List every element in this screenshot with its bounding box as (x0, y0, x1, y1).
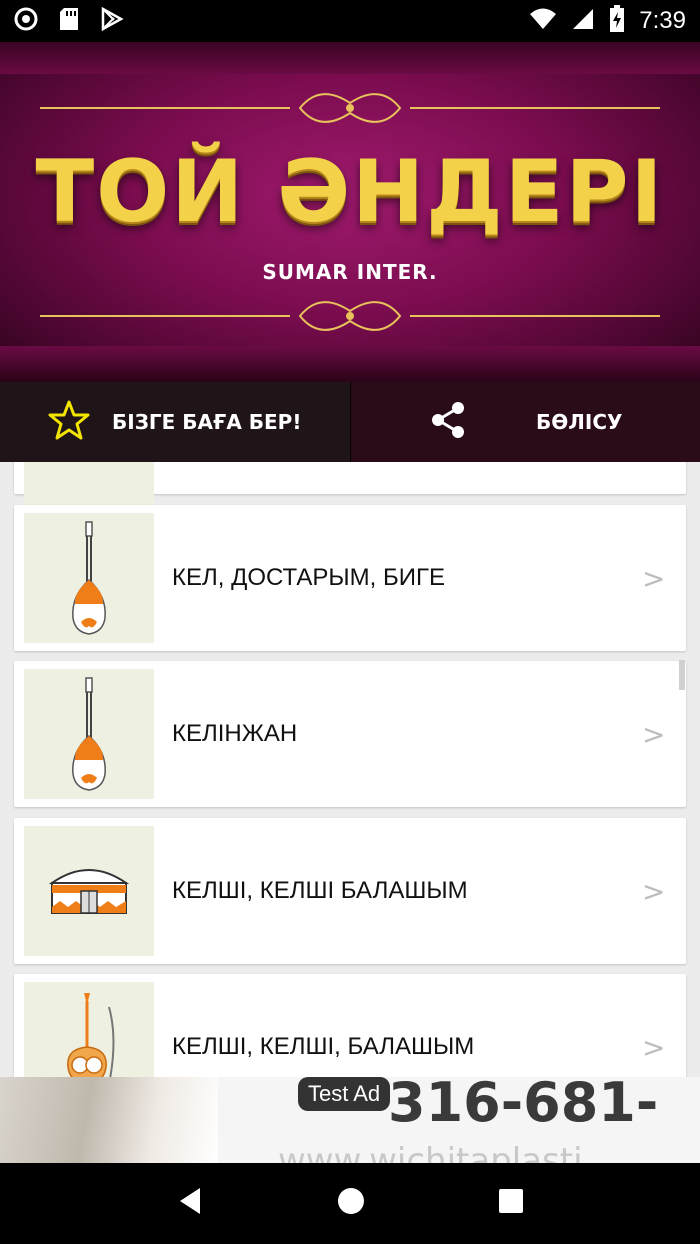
chevron-right-icon: > (642, 874, 666, 908)
home-icon[interactable] (336, 1186, 366, 1221)
share-label: БӨЛІСУ (536, 410, 623, 434)
ad-banner[interactable]: 316-681- www.wichitaplasti Test Ad (0, 1077, 700, 1163)
kobyz-icon (24, 982, 154, 1077)
test-ad-badge: Test Ad (298, 1077, 391, 1111)
list-item[interactable]: КЕЛШІ, КЕЛШІ, БАЛАШЫМ > (14, 974, 686, 1077)
banner-top-band (0, 42, 700, 74)
list-item[interactable]: КЕЛІНЖАН > (14, 661, 686, 807)
ad-phone: 316-681- (388, 1077, 659, 1134)
share-button[interactable]: БӨЛІСУ (350, 382, 700, 462)
clock: 7:39 (639, 7, 686, 34)
list-item[interactable]: КЕЛ, ДОСТАРЫМ, БИГЕ > (14, 505, 686, 651)
play-store-icon (100, 6, 124, 36)
song-title: КЕЛШІ, КЕЛШІ, БАЛАШЫМ (172, 1033, 475, 1060)
circle-icon (14, 7, 38, 36)
ornament-top (40, 93, 660, 123)
chevron-right-icon: > (642, 1030, 666, 1064)
ad-photo (0, 1077, 218, 1163)
ad-url: www.wichitaplasti (278, 1141, 583, 1163)
dombra-icon (24, 669, 154, 799)
sd-card-icon (58, 7, 80, 36)
banner-bottom-band (0, 346, 700, 382)
list-item[interactable] (14, 462, 686, 536)
chevron-right-icon: > (642, 561, 666, 595)
list-scrollbar[interactable] (679, 660, 685, 690)
rate-label: БІЗГЕ БАҒА БЕР! (112, 410, 302, 434)
dombra-icon (24, 513, 154, 643)
share-icon (428, 400, 468, 445)
star-icon (48, 400, 90, 445)
wifi-icon (529, 7, 557, 36)
list-item[interactable]: КЕЛШІ, КЕЛШІ БАЛАШЫМ > (14, 818, 686, 964)
header-banner: ТОЙ ӘНДЕРІ SUMAR INTER. (0, 42, 700, 382)
signal-icon (571, 7, 595, 36)
app-screen: 7:39 ТОЙ ӘНДЕРІ SUMAR INTER. БІЗГЕ БАҒА … (0, 0, 700, 1244)
rate-button[interactable]: БІЗГЕ БАҒА БЕР! (0, 382, 351, 462)
song-list[interactable]: КЕЛ, ДОСТАРЫМ, БИГЕ > КЕЛІНЖАН > КЕЛШІ, … (0, 462, 700, 1077)
song-title: КЕЛ, ДОСТАРЫМ, БИГЕ (172, 564, 445, 591)
yurt-icon (24, 826, 154, 956)
banner-subtitle: SUMAR INTER. (262, 260, 438, 284)
action-bar: БІЗГЕ БАҒА БЕР! БӨЛІСУ (0, 382, 700, 462)
recents-icon[interactable] (498, 1188, 524, 1219)
song-title: КЕЛІНЖАН (172, 720, 298, 747)
battery-charging-icon (609, 4, 625, 38)
song-title: КЕЛШІ, КЕЛШІ БАЛАШЫМ (172, 877, 468, 904)
chevron-right-icon: > (642, 717, 666, 751)
status-bar: 7:39 (0, 0, 700, 42)
back-icon[interactable] (176, 1186, 204, 1221)
banner-title: ТОЙ ӘНДЕРІ (35, 142, 665, 242)
ornament-bottom (40, 301, 660, 331)
navigation-bar (0, 1163, 700, 1244)
